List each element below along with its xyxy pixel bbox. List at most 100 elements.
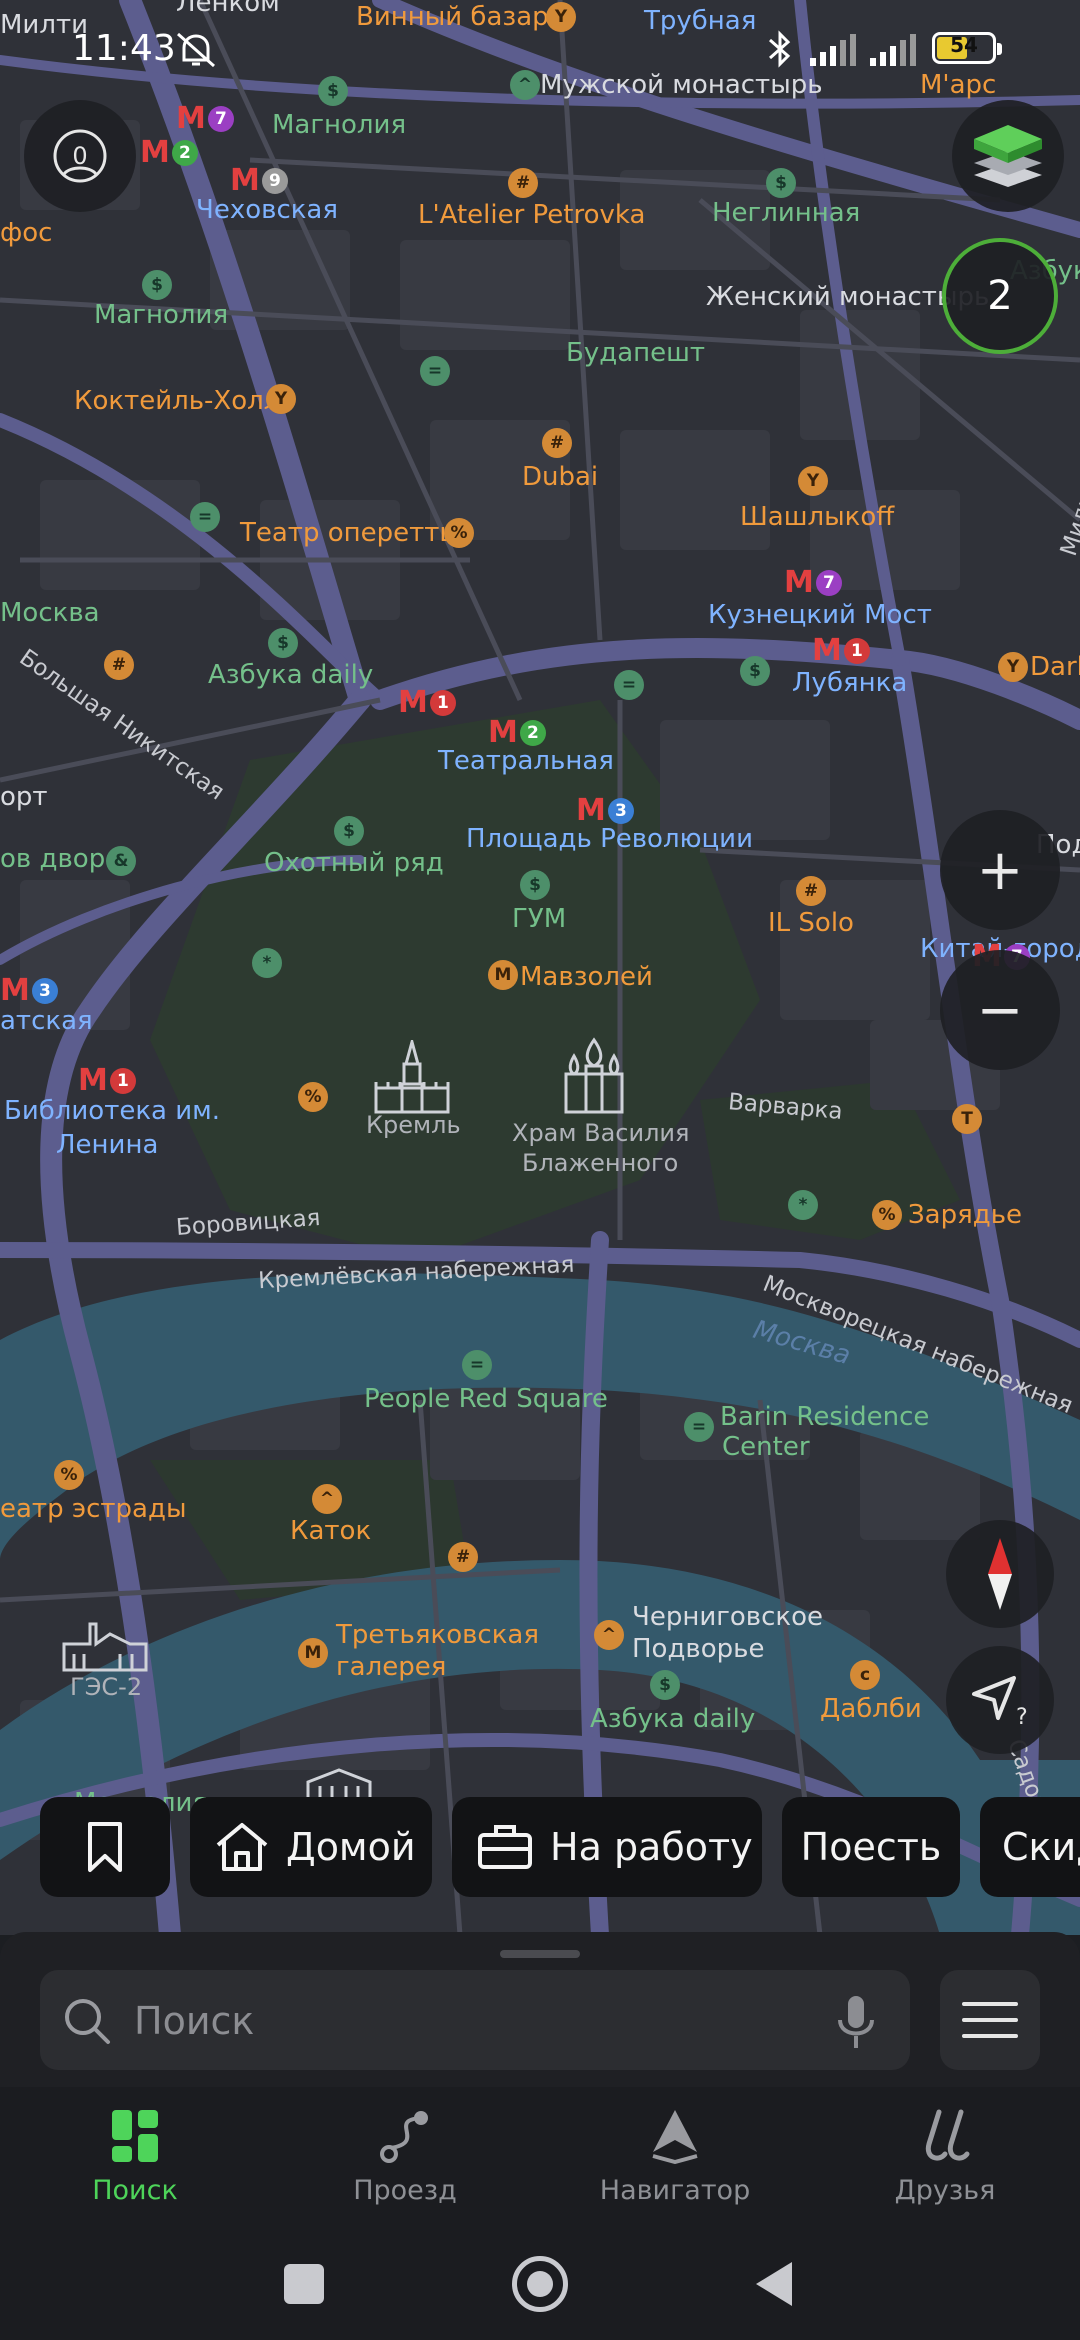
sheet-handle[interactable] bbox=[500, 1950, 580, 1958]
tab-friends[interactable]: Друзья bbox=[810, 2087, 1080, 2230]
place-label: Мавзолей bbox=[520, 962, 653, 992]
restaurant-icon[interactable]: # bbox=[508, 168, 538, 198]
cathedral-landmark-icon[interactable] bbox=[560, 1036, 628, 1116]
place-label: Barin Residence bbox=[720, 1402, 930, 1432]
place-label: Библиотека им. bbox=[4, 1096, 221, 1126]
place-label: Блаженного bbox=[522, 1149, 679, 1177]
metro-marker[interactable]: M3 bbox=[0, 976, 58, 1006]
restaurant-icon[interactable]: # bbox=[104, 650, 134, 680]
eat-chip[interactable]: Поесть bbox=[782, 1797, 960, 1897]
place-label: Коктейль-Холл bbox=[74, 386, 281, 416]
bar-icon[interactable]: Y bbox=[998, 652, 1028, 682]
route-icon bbox=[377, 2103, 433, 2169]
tab-search[interactable]: Поиск bbox=[0, 2087, 270, 2230]
home-button[interactable] bbox=[512, 2256, 568, 2312]
hotel-icon[interactable]: = bbox=[684, 1412, 714, 1442]
skating-icon[interactable]: ^ bbox=[312, 1484, 342, 1514]
bar-icon[interactable]: Y bbox=[798, 466, 828, 496]
place-label: Москва bbox=[0, 598, 100, 628]
place-label: Театральная bbox=[438, 746, 614, 776]
zoom-in-button[interactable]: + bbox=[940, 810, 1060, 930]
search-input[interactable] bbox=[132, 1970, 796, 2072]
restaurant-icon[interactable]: # bbox=[796, 876, 826, 906]
shop-icon[interactable]: $ bbox=[766, 168, 796, 198]
hotel-icon[interactable]: = bbox=[420, 356, 450, 386]
metro-marker[interactable]: M7 bbox=[176, 104, 234, 134]
place-label: Неглинная bbox=[712, 198, 861, 228]
metro-marker[interactable]: M7 bbox=[784, 568, 842, 598]
discounts-chip[interactable]: Скид bbox=[980, 1797, 1080, 1897]
metro-marker[interactable]: M1 bbox=[398, 688, 456, 718]
signal-icon bbox=[870, 34, 916, 66]
theatre-icon[interactable]: % bbox=[444, 518, 474, 548]
shop-icon[interactable]: $ bbox=[740, 656, 770, 686]
theatre-icon[interactable]: % bbox=[298, 1082, 328, 1112]
hotel-icon[interactable]: = bbox=[614, 670, 644, 700]
metro-marker[interactable]: M1 bbox=[812, 636, 870, 666]
system-navigation-bar bbox=[0, 2230, 1080, 2340]
shop-icon[interactable]: $ bbox=[650, 1670, 680, 1700]
back-button[interactable] bbox=[752, 2260, 796, 2308]
work-chip[interactable]: На работу bbox=[452, 1797, 762, 1897]
svg-text:?: ? bbox=[1016, 1705, 1028, 1728]
tab-route[interactable]: Проезд bbox=[270, 2087, 540, 2230]
place-label: Черниговское bbox=[632, 1602, 824, 1632]
compass-button[interactable] bbox=[946, 1520, 1054, 1628]
battery-icon: 54 bbox=[932, 32, 1002, 64]
shop-icon[interactable]: $ bbox=[520, 870, 550, 900]
metro-marker[interactable]: M3 bbox=[576, 796, 634, 826]
restaurant-icon[interactable]: # bbox=[448, 1542, 478, 1572]
museum-icon[interactable]: M bbox=[488, 960, 518, 990]
park-icon[interactable]: * bbox=[252, 948, 282, 978]
hotel-icon[interactable]: = bbox=[190, 502, 220, 532]
theatre-icon[interactable]: % bbox=[872, 1200, 902, 1230]
metro-marker[interactable]: M2 bbox=[140, 138, 198, 168]
compass-icon bbox=[988, 1538, 1012, 1610]
metro-marker[interactable]: M2 bbox=[488, 718, 546, 748]
location-arrow-icon: ? bbox=[972, 1676, 1028, 1728]
theatre-icon[interactable]: % bbox=[54, 1460, 84, 1490]
battery-tip bbox=[997, 43, 1002, 55]
zoom-out-button[interactable]: − bbox=[940, 950, 1060, 1070]
tab-route-label: Проезд bbox=[353, 2175, 457, 2206]
shop-icon[interactable]: $ bbox=[142, 270, 172, 300]
ges2-landmark-icon[interactable] bbox=[60, 1614, 150, 1674]
monastery-icon[interactable]: ^ bbox=[594, 1620, 624, 1650]
search-bar[interactable] bbox=[40, 1970, 910, 2072]
shop-icon[interactable]: $ bbox=[334, 816, 364, 846]
layers-button[interactable] bbox=[952, 100, 1064, 212]
recents-button[interactable] bbox=[284, 2264, 324, 2304]
metro-marker[interactable]: M9 bbox=[230, 166, 288, 196]
bookmarks-chip[interactable] bbox=[40, 1797, 170, 1897]
map-view[interactable]: Кремлёвская набережная Москворецкая набе… bbox=[0, 0, 1080, 1935]
place-label: фос bbox=[0, 218, 53, 248]
park-icon[interactable]: * bbox=[788, 1190, 818, 1220]
metro-marker[interactable]: M1 bbox=[78, 1066, 136, 1096]
status-bar: 11:43 54 bbox=[0, 0, 1080, 100]
shop-icon[interactable]: $ bbox=[268, 628, 298, 658]
hotel-icon[interactable]: = bbox=[462, 1350, 492, 1380]
place-label: Магнолия bbox=[272, 110, 407, 140]
place-label: Каток bbox=[290, 1516, 372, 1546]
cafe-icon[interactable]: c bbox=[850, 1660, 880, 1690]
user-icon: 0 bbox=[53, 129, 107, 183]
microphone-icon[interactable] bbox=[836, 1994, 876, 2050]
museum-icon[interactable]: & bbox=[106, 846, 136, 876]
tab-navigator[interactable]: Навигатор bbox=[540, 2087, 810, 2230]
my-location-button[interactable]: ? bbox=[946, 1646, 1054, 1754]
traffic-level-badge[interactable]: 2 bbox=[942, 238, 1058, 354]
restaurant-icon[interactable]: # bbox=[542, 428, 572, 458]
menu-button[interactable] bbox=[940, 1970, 1040, 2070]
home-chip[interactable]: Домой bbox=[190, 1797, 432, 1897]
kremlin-landmark-icon[interactable] bbox=[372, 1040, 452, 1116]
place-label: Dark bbox=[1030, 652, 1080, 682]
monument-icon[interactable]: T bbox=[952, 1104, 982, 1134]
discounts-chip-label: Скид bbox=[1002, 1825, 1080, 1869]
profile-button[interactable]: 0 bbox=[24, 100, 136, 212]
place-label: ГЭС-2 bbox=[70, 1673, 143, 1701]
place-label: галерея bbox=[336, 1652, 447, 1682]
friends-icon bbox=[915, 2103, 975, 2169]
bar-icon[interactable]: Y bbox=[266, 384, 296, 414]
signal-icon bbox=[810, 34, 856, 66]
museum-icon[interactable]: M bbox=[298, 1638, 328, 1668]
